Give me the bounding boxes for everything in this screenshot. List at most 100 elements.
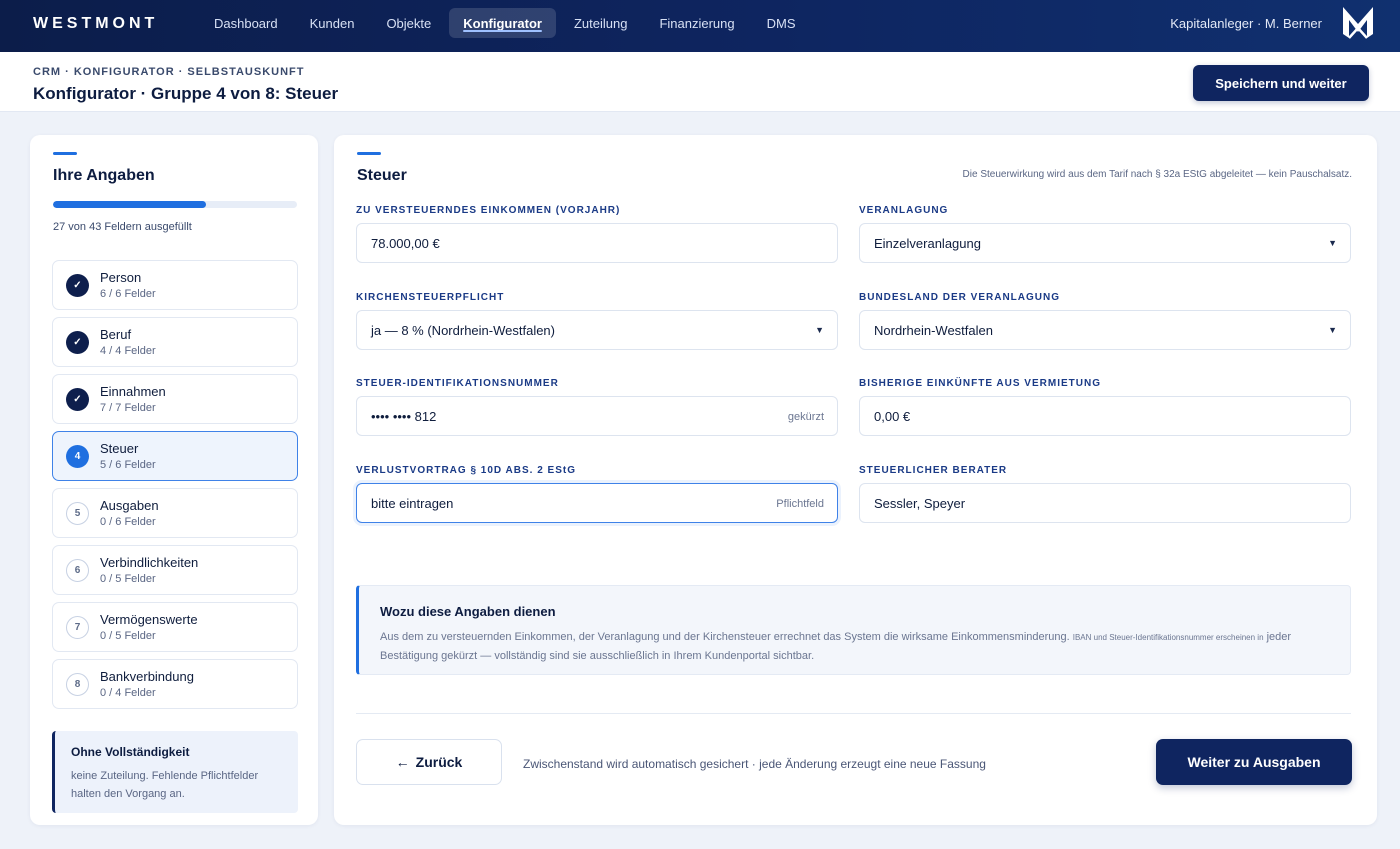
step-name: Person	[100, 270, 142, 285]
save-and-continue-button[interactable]: Speichern und weiter	[1193, 65, 1369, 101]
info-title: Wozu diese Angaben dienen	[380, 604, 556, 619]
section-hint: Die Steuerwirkung wird aus dem Tarif nac…	[962, 169, 1352, 180]
check-icon: ✓	[66, 274, 89, 297]
step-bankverbindung[interactable]: 8 Bankverbindung 0 / 4 Felder	[52, 659, 298, 709]
step-list: ✓ Person 6 / 6 Felder ✓ Beruf 4 / 4 Feld…	[52, 260, 298, 716]
main-panel: Steuer Die Steuerwirkung wird aus dem Ta…	[334, 135, 1377, 825]
notice-text: keine Zuteilung. Fehlende Pflichtfelder …	[71, 770, 259, 800]
autosave-note: Zwischenstand wird automatisch gesichert…	[523, 757, 986, 771]
tax-id-label: STEUER-IDENTIFIKATIONSNUMMER	[356, 378, 559, 389]
nav-objekte[interactable]: Objekte	[372, 8, 445, 38]
completeness-notice: Ohne Vollständigkeit keine Zuteilung. Fe…	[52, 731, 298, 813]
step-steuer[interactable]: 4 Steuer 5 / 6 Felder	[52, 431, 298, 481]
accent-bar	[357, 152, 381, 155]
step-name: Vermögenswerte	[100, 612, 198, 627]
nav-dms[interactable]: DMS	[753, 8, 810, 38]
church-tax-select[interactable]: ja — 8 % (Nordrhein-Westfalen) ▼	[356, 310, 838, 350]
main-nav: Dashboard Kunden Objekte Konfigurator Zu…	[200, 8, 810, 38]
step-name: Einnahmen	[100, 384, 166, 399]
step-name: Beruf	[100, 327, 132, 342]
user-name[interactable]: Kapitalanleger · M. Berner	[1170, 16, 1322, 31]
step-number-badge: 7	[66, 616, 89, 639]
chevron-down-icon: ▼	[1328, 325, 1337, 335]
step-count: 0 / 6 Felder	[100, 516, 156, 528]
step-number-badge: 5	[66, 502, 89, 525]
accent-bar	[53, 152, 77, 155]
step-person[interactable]: ✓ Person 6 / 6 Felder	[52, 260, 298, 310]
church-tax-label: KIRCHENSTEUERPFLICHT	[356, 292, 505, 303]
rental-income-label: BISHERIGE EINKÜNFTE AUS VERMIETUNG	[859, 378, 1101, 389]
nav-finanzierung[interactable]: Finanzierung	[645, 8, 748, 38]
check-icon: ✓	[66, 331, 89, 354]
info-text-small: IBAN und Steuer-Identifikationsnummer er…	[1072, 633, 1264, 642]
rental-income-input[interactable]: 0,00 €	[859, 396, 1351, 436]
loss-carry-value: bitte eintragen	[371, 496, 454, 511]
progress-fill	[53, 201, 207, 208]
section-title: Steuer	[357, 167, 407, 184]
chevron-down-icon: ▼	[1328, 238, 1337, 248]
step-count: 6 / 6 Felder	[100, 288, 156, 300]
step-name: Ausgaben	[100, 498, 159, 513]
nav-konfigurator[interactable]: Konfigurator	[449, 8, 556, 38]
step-name: Bankverbindung	[100, 669, 194, 684]
info-text: Aus dem zu versteuernden Einkommen, der …	[380, 628, 1340, 666]
assessment-label: VERANLAGUNG	[859, 205, 949, 216]
step-count: 5 / 6 Felder	[100, 459, 156, 471]
state-select[interactable]: Nordrhein-Westfalen ▼	[859, 310, 1351, 350]
brand-logo[interactable]: WESTMONT	[33, 15, 158, 33]
step-beruf[interactable]: ✓ Beruf 4 / 4 Felder	[52, 317, 298, 367]
step-vermoegenswerte[interactable]: 7 Vermögenswerte 0 / 5 Felder	[52, 602, 298, 652]
step-ausgaben[interactable]: 5 Ausgaben 0 / 6 Felder	[52, 488, 298, 538]
notice-title: Ohne Vollständigkeit	[71, 745, 190, 759]
progress-text: 27 von 43 Feldern ausgefüllt	[53, 221, 192, 233]
check-icon: ✓	[66, 388, 89, 411]
info-box: Wozu diese Angaben dienen Aus dem zu ver…	[356, 585, 1351, 675]
step-count: 0 / 5 Felder	[100, 573, 156, 585]
tax-id-value: •••• •••• 812	[371, 409, 437, 424]
arrow-left-icon: ←	[395, 754, 410, 770]
progress-bar	[53, 201, 297, 208]
step-number-badge: 6	[66, 559, 89, 582]
income-label: ZU VERSTEUERNDES EINKOMMEN (VORJAHR)	[356, 205, 621, 216]
church-tax-value: ja — 8 % (Nordrhein-Westfalen)	[371, 323, 555, 338]
loss-carry-input[interactable]: bitte eintragen Pflichtfeld	[356, 483, 838, 523]
required-badge: Pflichtfeld	[776, 498, 824, 510]
page-title: Konfigurator · Gruppe 4 von 8: Steuer	[33, 84, 339, 103]
step-verbindlichkeiten[interactable]: 6 Verbindlichkeiten 0 / 5 Felder	[52, 545, 298, 595]
next-button[interactable]: Weiter zu Ausgaben	[1156, 739, 1352, 785]
back-button[interactable]: ← Zurück	[356, 739, 502, 785]
loss-carry-label: VERLUSTVORTRAG § 10D ABS. 2 EStG	[356, 465, 576, 476]
tax-id-suffix: gekürzt	[787, 411, 824, 423]
nav-dashboard[interactable]: Dashboard	[200, 8, 292, 38]
step-number-badge: 8	[66, 673, 89, 696]
nav-kunden[interactable]: Kunden	[296, 8, 369, 38]
income-input[interactable]: 78.000,00 €	[356, 223, 838, 263]
info-text-main: Aus dem zu versteuernden Einkommen, der …	[380, 631, 1070, 643]
advisor-label: STEUERLICHER BERATER	[859, 465, 1008, 476]
chevron-down-icon: ▼	[815, 325, 824, 335]
assessment-select[interactable]: Einzelveranlagung ▼	[859, 223, 1351, 263]
brand-m-icon[interactable]	[1340, 4, 1376, 42]
page-header: CRM · KONFIGURATOR · SELBSTAUSKUNFT Konf…	[0, 52, 1400, 112]
assessment-value: Einzelveranlagung	[874, 236, 981, 251]
top-navigation: WESTMONT Dashboard Kunden Objekte Konfig…	[0, 0, 1400, 52]
advisor-value: Sessler, Speyer	[874, 496, 966, 511]
step-count: 7 / 7 Felder	[100, 402, 156, 414]
nav-zuteilung[interactable]: Zuteilung	[560, 8, 641, 38]
advisor-input[interactable]: Sessler, Speyer	[859, 483, 1351, 523]
step-name: Verbindlichkeiten	[100, 555, 199, 570]
state-value: Nordrhein-Westfalen	[874, 323, 993, 338]
step-count: 4 / 4 Felder	[100, 345, 156, 357]
step-einnahmen[interactable]: ✓ Einnahmen 7 / 7 Felder	[52, 374, 298, 424]
back-label: Zurück	[415, 754, 463, 770]
sidebar-title: Ihre Angaben	[53, 167, 155, 184]
step-name: Steuer	[100, 441, 139, 456]
rental-income-value: 0,00 €	[874, 409, 911, 424]
state-label: BUNDESLAND DER VERANLAGUNG	[859, 292, 1061, 303]
step-count: 0 / 4 Felder	[100, 687, 156, 699]
income-value: 78.000,00 €	[371, 236, 440, 251]
breadcrumb: CRM · KONFIGURATOR · SELBSTAUSKUNFT	[33, 66, 305, 78]
step-number-badge: 4	[66, 445, 89, 468]
step-count: 0 / 5 Felder	[100, 630, 156, 642]
tax-id-input[interactable]: •••• •••• 812 gekürzt	[356, 396, 838, 436]
